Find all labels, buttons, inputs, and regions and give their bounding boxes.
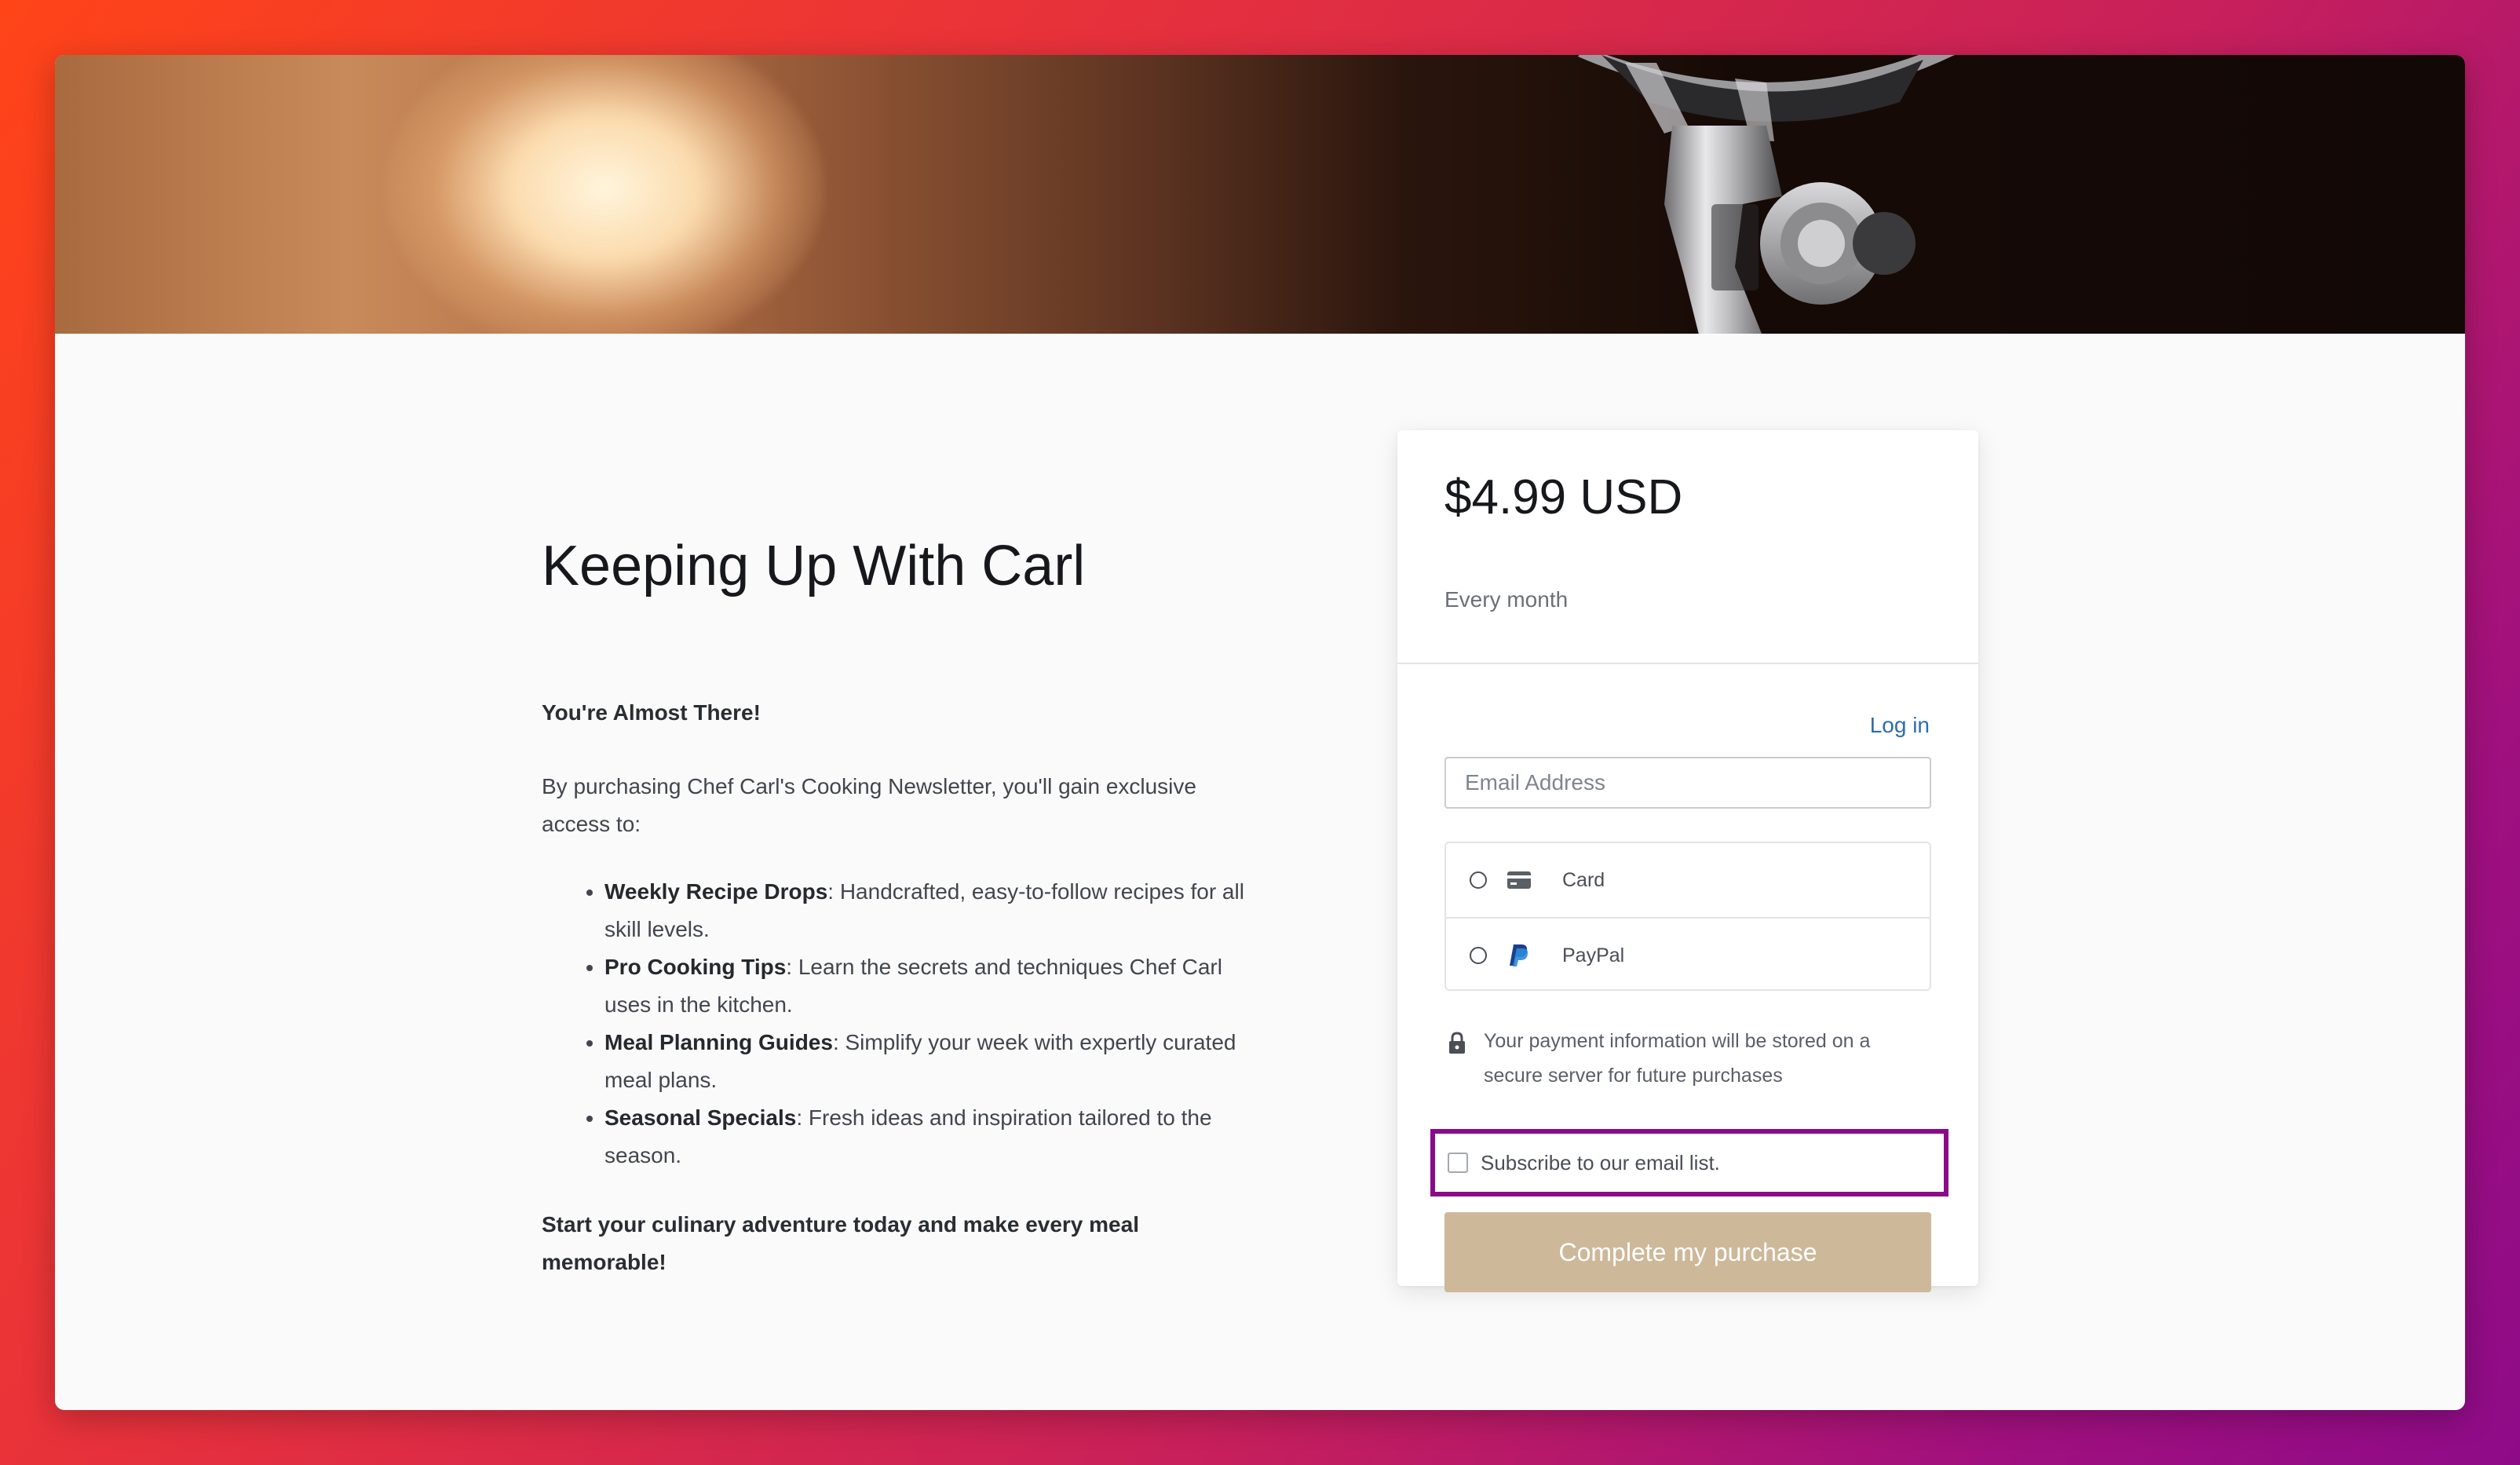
hero-banner-image (55, 55, 2465, 334)
lock-icon (1449, 1032, 1465, 1054)
page-title: Keeping Up With Carl (542, 535, 1086, 597)
payment-option-paypal[interactable]: PayPal (1446, 917, 1930, 989)
complete-purchase-button[interactable]: Complete my purchase (1444, 1212, 1931, 1292)
intro-paragraph: By purchasing Chef Carl's Cooking Newsle… (542, 774, 1196, 836)
benefit-name: Seasonal Specials (604, 1105, 797, 1130)
list-item: Meal Planning Guides: Simplify your week… (604, 1024, 1248, 1099)
subscribe-checkbox[interactable] (1448, 1153, 1468, 1173)
price-amount: $4.99 USD (1444, 470, 1683, 524)
benefit-name: Pro Cooking Tips (604, 955, 787, 979)
login-link[interactable]: Log in (1870, 713, 1930, 738)
card-radio[interactable] (1470, 871, 1487, 889)
paypal-label: PayPal (1562, 944, 1625, 966)
microphone-image (1578, 55, 1955, 334)
benefit-name: Weekly Recipe Drops (604, 879, 828, 904)
subscribe-checkbox-row[interactable]: Subscribe to our email list. (1430, 1129, 1948, 1196)
billing-period: Every month (1444, 587, 1569, 612)
email-field[interactable] (1444, 757, 1931, 809)
closing-statement: Start your culinary adventure today and … (542, 1212, 1139, 1274)
paypal-radio[interactable] (1470, 947, 1487, 964)
credit-card-icon (1506, 867, 1532, 893)
benefit-name: Meal Planning Guides (604, 1030, 833, 1054)
payment-option-card[interactable]: Card (1446, 843, 1930, 917)
checkout-page-window: Keeping Up With Carl You're Almost There… (55, 55, 2465, 1410)
card-divider (1397, 663, 1978, 664)
card-label: Card (1562, 868, 1605, 891)
checkout-card: $4.99 USD Every month Log in Card (1397, 430, 1978, 1292)
benefits-list: Weekly Recipe Drops: Handcrafted, easy-t… (542, 873, 1248, 1175)
list-item: Seasonal Specials: Fresh ideas and inspi… (604, 1099, 1248, 1175)
secure-note-text: Your payment information will be stored … (1484, 1030, 1871, 1087)
lead-heading: You're Almost There! (542, 700, 761, 725)
payment-method-selector: Card PayPal (1444, 842, 1931, 991)
hero-light-bokeh (385, 55, 824, 334)
list-item: Weekly Recipe Drops: Handcrafted, easy-t… (604, 873, 1248, 948)
list-item: Pro Cooking Tips: Learn the secrets and … (604, 948, 1248, 1024)
subscribe-label: Subscribe to our email list. (1481, 1150, 1720, 1175)
paypal-icon (1506, 942, 1532, 969)
